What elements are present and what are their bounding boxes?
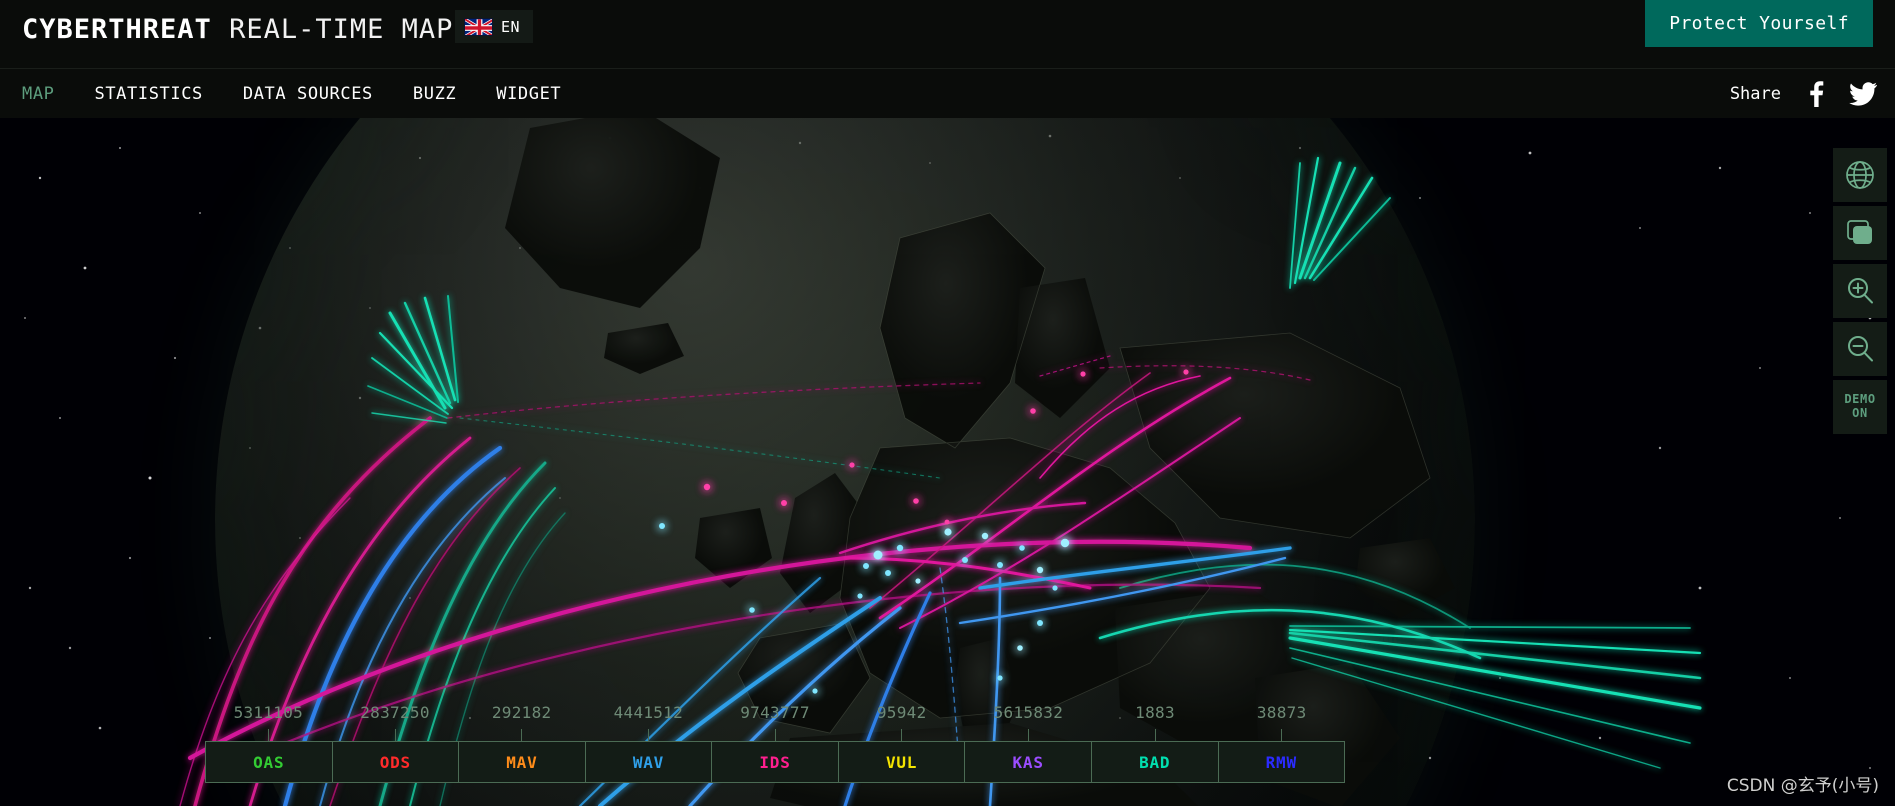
globe-view-icon	[1844, 159, 1876, 191]
legend-tick	[774, 729, 776, 741]
legend-value-mav: 292182	[491, 703, 552, 722]
legend-item-oas[interactable]: OAS	[206, 742, 333, 782]
legend-item-ods[interactable]: ODS	[333, 742, 460, 782]
legend-value-ods: 2837250	[360, 703, 430, 722]
legend-value-wav: 4441512	[613, 703, 684, 722]
legend-tick-cell	[838, 729, 965, 741]
legend-tick-cell	[1218, 729, 1345, 741]
legend-tick	[1281, 729, 1283, 741]
legend-tick	[267, 729, 269, 741]
flat-map-view-icon	[1844, 217, 1876, 249]
twitter-icon[interactable]	[1849, 81, 1877, 107]
legend-item-bad[interactable]: BAD	[1092, 742, 1219, 782]
legend-value-cell: 5311105	[205, 703, 332, 729]
legend-tick-cell	[205, 729, 332, 741]
legend-item-wav[interactable]: WAV	[586, 742, 713, 782]
legend-item-mav[interactable]: MAV	[459, 742, 586, 782]
nav-item-widget[interactable]: WIDGET	[496, 84, 561, 104]
legend-tick	[901, 729, 903, 741]
legend-value-cell: 9743777	[712, 703, 839, 729]
legend-value-cell: 2837250	[332, 703, 459, 729]
cyberthreat-map-app: CYBERTHREAT REAL-TIME MAP EN Protect You…	[0, 0, 1895, 806]
legend-tick-cell	[1092, 729, 1219, 741]
demo-label-line1: DEMO	[1844, 392, 1876, 407]
flat-map-view-button[interactable]	[1833, 206, 1887, 260]
map-toolbar: DEMO ON	[1833, 148, 1887, 434]
legend-tick-cell	[712, 729, 839, 741]
zoom-in-button[interactable]	[1833, 264, 1887, 318]
threat-map-stage[interactable]: DEMO ON 5311105 2837250 292182 4441512 9…	[0, 118, 1895, 806]
legend-tick	[647, 729, 649, 741]
legend-value-ids: 9743777	[740, 703, 810, 722]
main-navbar: MAP STATISTICS DATA SOURCES BUZZ WIDGET …	[0, 68, 1895, 118]
legend-bar: OAS ODS MAV WAV IDS VUL KAS BAD RMW	[205, 741, 1345, 783]
legend-item-ids[interactable]: IDS	[712, 742, 839, 782]
nav-items: MAP STATISTICS DATA SOURCES BUZZ WIDGET	[22, 69, 561, 119]
protect-yourself-wrap: Protect Yourself	[1645, 0, 1873, 47]
brand-bold: CYBERTHREAT	[22, 14, 212, 45]
legend-item-vul[interactable]: VUL	[839, 742, 966, 782]
zoom-in-icon	[1844, 275, 1876, 307]
demo-toggle-button[interactable]: DEMO ON	[1833, 380, 1887, 434]
brand-light: REAL-TIME MAP	[211, 14, 454, 45]
nav-item-buzz[interactable]: BUZZ	[413, 84, 456, 104]
nav-item-data-sources[interactable]: DATA SOURCES	[243, 84, 373, 104]
legend-ticks-row	[205, 729, 1345, 741]
legend-value-cell: 292182	[458, 703, 585, 729]
legend-tick	[1027, 729, 1029, 741]
zoom-out-icon	[1844, 333, 1876, 365]
share-group: Share	[1729, 69, 1877, 119]
legend-tick-cell	[458, 729, 585, 741]
legend-values-row: 5311105 2837250 292182 4441512 9743777 9…	[205, 703, 1345, 729]
language-code: EN	[501, 17, 521, 36]
nav-item-map[interactable]: MAP	[22, 84, 55, 104]
legend-tick	[1154, 729, 1156, 741]
facebook-icon[interactable]	[1803, 81, 1827, 107]
legend-value-oas: 5311105	[233, 703, 304, 722]
page-header: CYBERTHREAT REAL-TIME MAP EN Protect You…	[0, 0, 1895, 68]
protect-yourself-button[interactable]: Protect Yourself	[1645, 0, 1873, 47]
page-title: CYBERTHREAT REAL-TIME MAP	[22, 14, 453, 45]
demo-label-line2: ON	[1852, 406, 1868, 420]
legend-value-kas: 5615832	[993, 703, 1064, 722]
legend-tick-cell	[965, 729, 1092, 741]
legend-value-cell: 4441512	[585, 703, 712, 729]
zoom-out-button[interactable]	[1833, 322, 1887, 376]
language-selector[interactable]: EN	[455, 10, 534, 43]
legend-tick	[521, 729, 523, 741]
legend-tick-cell	[585, 729, 712, 741]
nav-item-statistics[interactable]: STATISTICS	[95, 84, 203, 104]
legend-value-vul: 95942	[876, 703, 927, 722]
legend-value-cell: 95942	[838, 703, 965, 729]
legend-tick-cell	[332, 729, 459, 741]
legend-tick	[394, 729, 396, 741]
legend-value-cell: 1883	[1092, 703, 1219, 729]
threat-legend: 5311105 2837250 292182 4441512 9743777 9…	[205, 703, 1345, 783]
uk-flag-icon	[464, 17, 493, 36]
csdn-watermark: CSDN @玄予(小号)	[1726, 776, 1879, 796]
legend-item-rmw[interactable]: RMW	[1219, 742, 1345, 782]
share-label: Share	[1729, 84, 1781, 104]
legend-item-kas[interactable]: KAS	[965, 742, 1092, 782]
legend-value-rmw: 38873	[1256, 703, 1307, 722]
legend-value-cell: 38873	[1218, 703, 1345, 729]
legend-value-bad: 1883	[1135, 703, 1175, 722]
globe-view-button[interactable]	[1833, 148, 1887, 202]
legend-value-cell: 5615832	[965, 703, 1092, 729]
